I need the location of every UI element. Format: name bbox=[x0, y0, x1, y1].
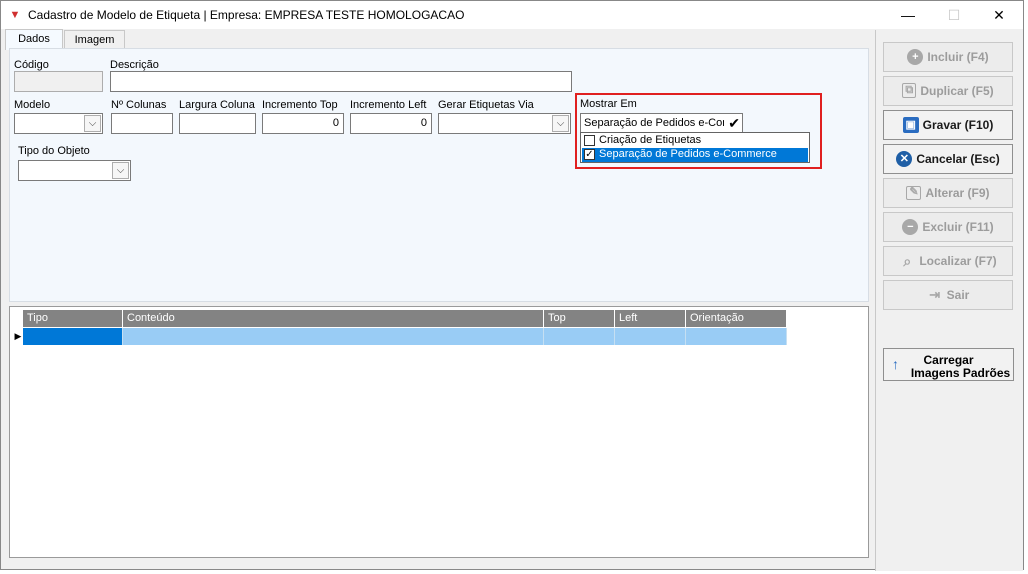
localizar-button[interactable]: ⌕ Localizar (F7) bbox=[883, 246, 1013, 276]
table-cell[interactable] bbox=[23, 328, 123, 345]
button-label: Gravar (F10) bbox=[922, 118, 994, 132]
button-label: Excluir (F11) bbox=[922, 220, 994, 234]
option-separacao-pedidos[interactable]: ✓ Separação de Pedidos e-Commerce bbox=[582, 148, 808, 162]
largura-field[interactable] bbox=[179, 113, 256, 134]
colunas-label: Nº Colunas bbox=[111, 99, 167, 111]
mostrar-checkcombo[interactable]: Separação de Pedidos e-Con ✔ bbox=[580, 113, 743, 133]
button-label: Duplicar (F5) bbox=[920, 84, 994, 98]
table-cell[interactable] bbox=[123, 328, 544, 345]
duplicar-button[interactable]: ⧉ Duplicar (F5) bbox=[883, 76, 1013, 106]
maximize-button[interactable]: ☐ bbox=[931, 1, 977, 29]
objects-grid[interactable]: Tipo Conteúdo Top Left Orientação ▶ bbox=[9, 306, 869, 558]
edit-icon: ✎ bbox=[906, 185, 922, 200]
tab-imagem[interactable]: Imagem bbox=[64, 30, 125, 50]
column-header-top[interactable]: Top bbox=[544, 310, 615, 327]
option-label: Separação de Pedidos e-Commerce bbox=[599, 148, 777, 160]
row-indicator-icon: ▶ bbox=[14, 331, 22, 341]
gerar-select[interactable]: ⌵ bbox=[438, 113, 571, 134]
column-header-left[interactable]: Left bbox=[615, 310, 686, 327]
button-label: Localizar (F7) bbox=[919, 254, 997, 268]
inc-top-label: Incremento Top bbox=[262, 99, 338, 111]
tab-dados[interactable]: Dados bbox=[5, 29, 63, 50]
alterar-button[interactable]: ✎ Alterar (F9) bbox=[883, 178, 1013, 208]
save-icon: ▣ bbox=[902, 116, 919, 133]
modelo-label: Modelo bbox=[14, 99, 51, 111]
option-label: Criação de Etiquetas bbox=[599, 134, 702, 146]
table-cell[interactable] bbox=[615, 328, 686, 345]
chevron-down-icon[interactable]: ⌵ bbox=[84, 115, 101, 132]
window-title: Cadastro de Modelo de Etiqueta | Empresa… bbox=[28, 8, 465, 22]
descricao-label: Descrição bbox=[110, 59, 159, 71]
carregar-imagens-button[interactable]: ↑ Carregar Imagens Padrões bbox=[883, 348, 1014, 381]
chevron-down-icon[interactable]: ⌵ bbox=[112, 162, 129, 179]
checkbox-icon[interactable] bbox=[584, 135, 595, 146]
button-label: Incluir (F4) bbox=[927, 50, 989, 64]
duplicate-icon: ⧉ bbox=[902, 83, 917, 99]
inc-left-field[interactable]: 0 bbox=[350, 113, 432, 134]
button-label: Alterar (F9) bbox=[925, 186, 990, 200]
codigo-label: Código bbox=[14, 59, 49, 71]
button-label: Cancelar (Esc) bbox=[916, 152, 1000, 166]
column-header-orientacao[interactable]: Orientação bbox=[686, 310, 787, 327]
main-window: ▼ Cadastro de Modelo de Etiqueta | Empre… bbox=[0, 0, 1024, 571]
excluir-button[interactable]: − Excluir (F11) bbox=[883, 212, 1013, 242]
column-header-conteudo[interactable]: Conteúdo bbox=[123, 310, 544, 327]
inc-top-field[interactable]: 0 bbox=[262, 113, 344, 134]
mostrar-dropdown: Criação de Etiquetas ✓ Separação de Pedi… bbox=[580, 132, 810, 163]
minimize-button[interactable]: — bbox=[885, 1, 931, 29]
gravar-button[interactable]: ▣ Gravar (F10) bbox=[883, 110, 1013, 140]
exit-icon: ⇥ bbox=[929, 286, 941, 302]
column-header-tipo[interactable]: Tipo bbox=[23, 310, 123, 327]
tipo-objeto-label: Tipo do Objeto bbox=[18, 145, 90, 157]
largura-label: Largura Coluna bbox=[179, 99, 255, 111]
checkbox-checked-icon[interactable]: ✓ bbox=[584, 149, 595, 160]
inc-left-label: Incremento Left bbox=[350, 99, 427, 111]
cancel-icon: ✕ bbox=[896, 150, 913, 167]
modelo-select[interactable]: ⌵ bbox=[14, 113, 103, 134]
app-logo-icon: ▼ bbox=[9, 9, 21, 21]
mostrar-label: Mostrar Em bbox=[580, 98, 637, 110]
button-label: Sair bbox=[946, 288, 970, 302]
chevron-down-icon[interactable]: ⌵ bbox=[552, 115, 569, 132]
plus-circle-icon: + bbox=[907, 48, 924, 65]
title-bar: ▼ Cadastro de Modelo de Etiqueta | Empre… bbox=[1, 1, 1023, 29]
minus-circle-icon: − bbox=[902, 218, 919, 235]
option-criacao-etiquetas[interactable]: Criação de Etiquetas bbox=[582, 134, 808, 148]
descricao-field[interactable] bbox=[110, 71, 572, 92]
search-icon: ⌕ bbox=[903, 252, 912, 269]
mostrar-value: Separação de Pedidos e-Con bbox=[584, 117, 724, 129]
cancelar-button[interactable]: ✕ Cancelar (Esc) bbox=[883, 144, 1013, 174]
table-cell[interactable] bbox=[544, 328, 615, 345]
colunas-field[interactable] bbox=[111, 113, 173, 134]
close-button[interactable]: ✕ bbox=[976, 1, 1022, 29]
button-label-line2: Imagens Padrões bbox=[910, 366, 1011, 380]
gerar-label: Gerar Etiquetas Via bbox=[438, 99, 534, 111]
table-cell[interactable] bbox=[686, 328, 787, 345]
button-label-line1: Carregar bbox=[923, 353, 974, 367]
check-icon[interactable]: ✔ bbox=[728, 114, 740, 132]
sair-button[interactable]: ⇥ Sair bbox=[883, 280, 1013, 310]
codigo-field[interactable] bbox=[14, 71, 103, 92]
incluir-button[interactable]: + Incluir (F4) bbox=[883, 42, 1013, 72]
tipo-objeto-select[interactable]: ⌵ bbox=[18, 160, 131, 181]
